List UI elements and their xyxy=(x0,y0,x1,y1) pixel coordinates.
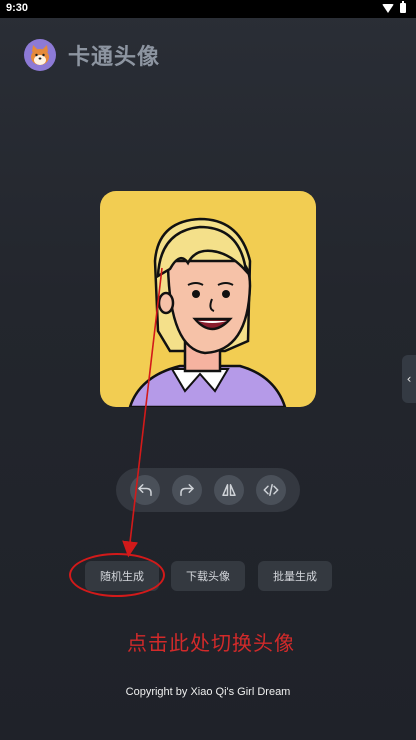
avatar-preview xyxy=(100,191,316,407)
code-icon xyxy=(263,484,279,496)
download-avatar-button[interactable]: 下载头像 xyxy=(171,561,245,591)
status-time: 9:30 xyxy=(6,2,29,14)
status-bar: 9:30 xyxy=(0,0,416,18)
app-title: 卡通头像 xyxy=(68,45,161,70)
undo-icon xyxy=(138,484,152,496)
flip-horizontal-icon xyxy=(222,484,236,496)
annotation-circle xyxy=(69,553,165,597)
undo-button[interactable] xyxy=(130,475,160,505)
annotation-text: 点击此处切换头像 xyxy=(127,631,295,655)
code-button[interactable] xyxy=(256,475,286,505)
footer-copyright: Copyright by Xiao Qi's Girl Dream xyxy=(125,686,291,698)
app-header: 卡通头像 xyxy=(24,38,160,72)
batch-generate-button[interactable]: 批量生成 xyxy=(258,561,332,591)
wifi-icon xyxy=(382,3,394,13)
redo-icon xyxy=(180,484,194,496)
status-icons xyxy=(382,1,406,13)
shiba-dog-logo-icon xyxy=(24,39,56,71)
redo-button[interactable] xyxy=(172,475,202,505)
avatar-toolbar xyxy=(116,468,300,512)
chevron-left-icon: ‹ xyxy=(406,372,412,386)
cartoon-avatar-image xyxy=(128,217,287,407)
battery-icon xyxy=(400,1,406,13)
flip-button[interactable] xyxy=(214,475,244,505)
side-drawer-handle[interactable]: ‹ xyxy=(402,355,416,403)
action-buttons: 随机生成 下载头像 批量生成 xyxy=(0,561,416,591)
